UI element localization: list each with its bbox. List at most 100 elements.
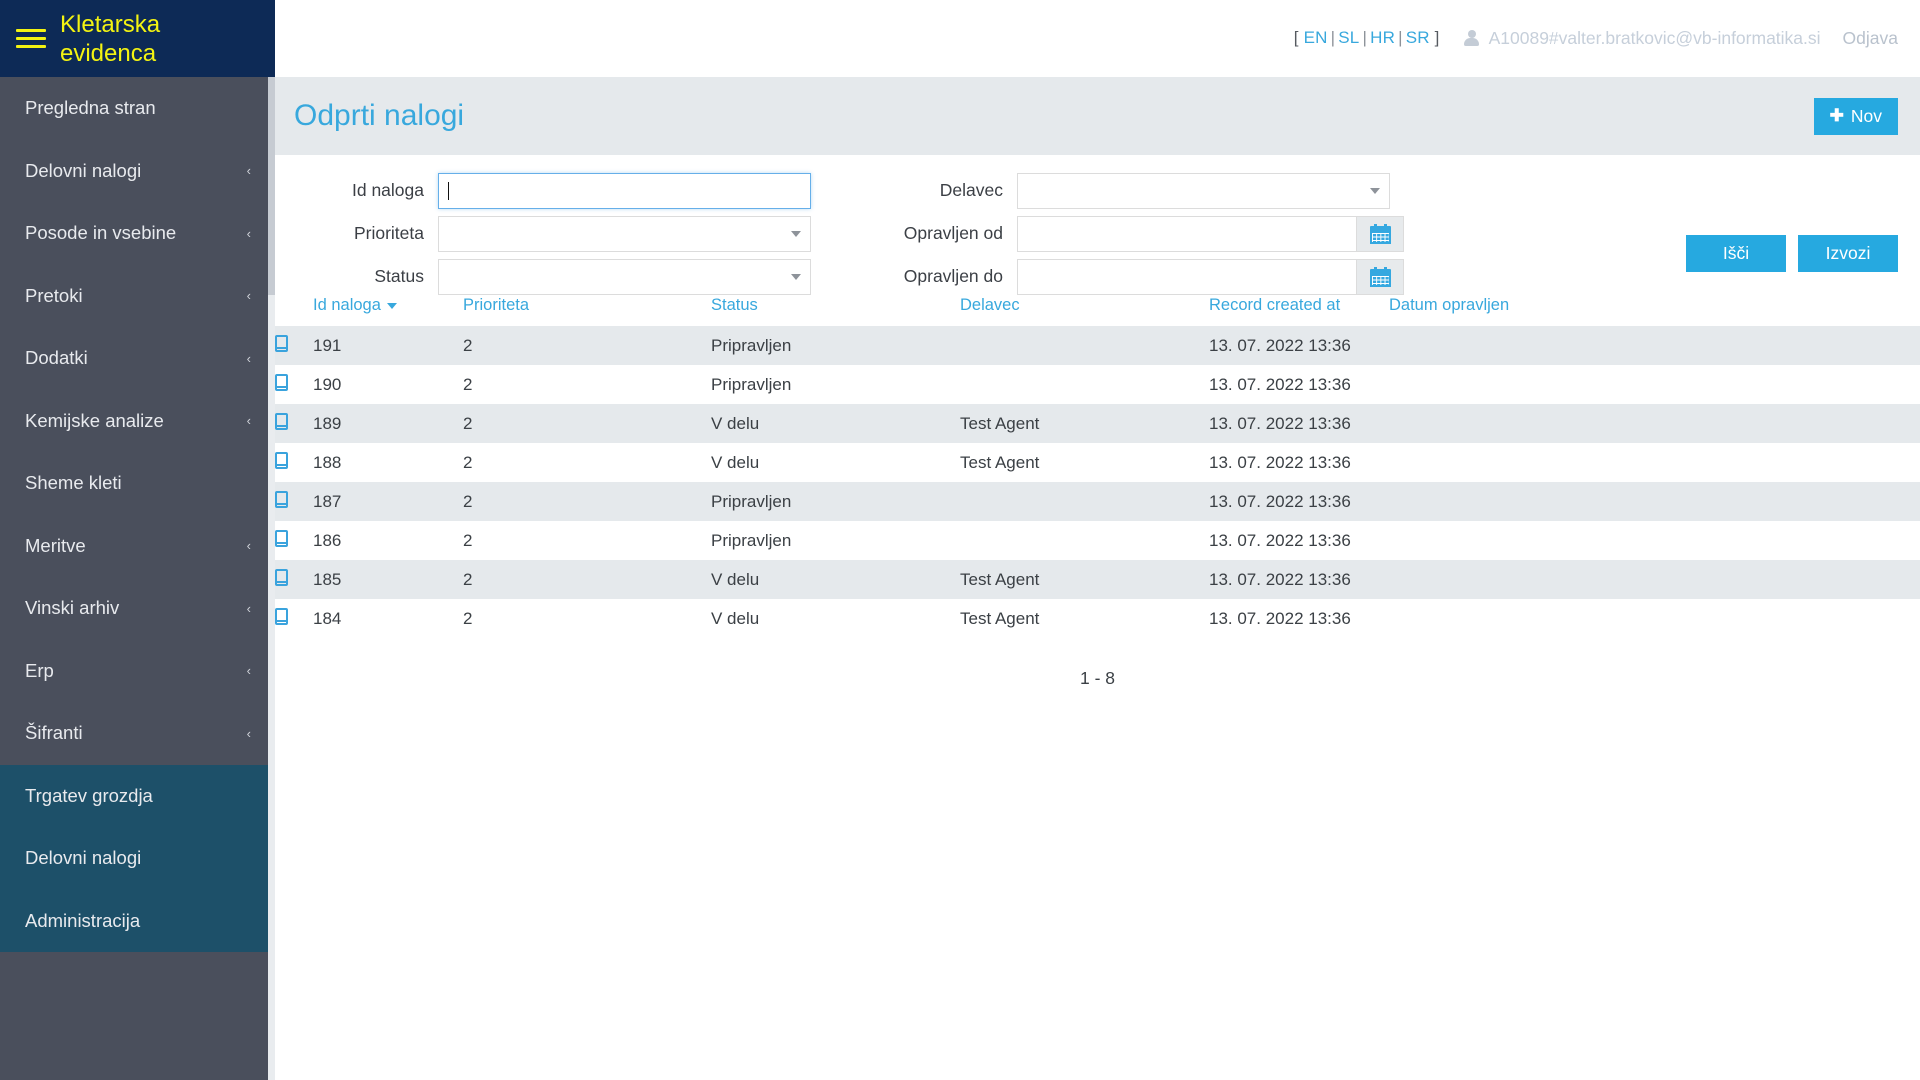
row-status-cell: V delu (711, 569, 760, 589)
pagination-info: 1 - 8 (1079, 668, 1116, 688)
table-row[interactable]: 184 2 V delu Test Agent 13. 07. 2022 13:… (275, 599, 1920, 638)
sidebar-item-label: Sheme kleti (25, 472, 122, 494)
page-header: Odprti nalogi ✚ Nov (275, 77, 1920, 155)
tablet-icon[interactable] (275, 607, 288, 625)
row-prioriteta-cell: 2 (463, 530, 473, 550)
table-row[interactable]: 185 2 V delu Test Agent 13. 07. 2022 13:… (275, 560, 1920, 599)
brand-title: Kletarska evidenca (60, 10, 161, 67)
row-icon-cell (275, 521, 313, 560)
tablet-icon[interactable] (275, 334, 288, 352)
tablet-icon[interactable] (275, 412, 288, 430)
calendar-icon (1369, 223, 1391, 244)
opravljen-od-input[interactable] (1017, 215, 1357, 252)
row-id-cell[interactable]: 188 (313, 443, 463, 482)
sidebar-item-trgatev-delovni-nalogi[interactable]: Delovni nalogi (0, 827, 275, 890)
row-id-cell[interactable]: 187 (313, 482, 463, 521)
export-button[interactable]: Izvozi (1798, 235, 1898, 272)
row-id-cell[interactable]: 190 (313, 365, 463, 404)
prioriteta-select[interactable] (438, 215, 811, 252)
sidebar-scrollbar[interactable] (268, 77, 275, 1080)
filter-label-id-naloga: Id naloga (351, 180, 424, 200)
row-icon-cell (275, 404, 313, 443)
new-button[interactable]: ✚ Nov (1813, 97, 1898, 135)
sidebar-item-label: Kemijske analize (25, 409, 164, 431)
row-icon-cell (275, 443, 313, 482)
sidebar-item-pretoki[interactable]: Pretoki ‹ (0, 265, 275, 328)
sidebar-nav: Pregledna stran Delovni nalogi ‹ Posode … (0, 77, 275, 952)
opravljen-od-calendar-button[interactable] (1357, 215, 1404, 252)
table-row[interactable]: 189 2 V delu Test Agent 13. 07. 2022 13:… (275, 404, 1920, 443)
chevron-left-icon: ‹ (246, 413, 251, 429)
sidebar-item-label: Meritve (25, 534, 86, 556)
row-icon-cell (275, 326, 313, 365)
filter-status: Status (275, 258, 811, 295)
tablet-icon[interactable] (275, 568, 288, 586)
sidebar-item-pregledna-stran[interactable]: Pregledna stran (0, 77, 275, 140)
chevron-left-icon: ‹ (246, 288, 251, 304)
table-row[interactable]: 187 2 Pripravljen 13. 07. 2022 13:36 (275, 482, 1920, 521)
row-id-cell[interactable]: 189 (313, 404, 463, 443)
tablet-icon[interactable] (275, 373, 288, 391)
bracket-close: ] (1434, 28, 1440, 47)
calendar-icon (1369, 266, 1391, 287)
row-done-cell (1389, 404, 1920, 443)
row-id-cell[interactable]: 186 (313, 521, 463, 560)
sidebar-item-trgatev-grozdja[interactable]: Trgatev grozdja (0, 764, 275, 827)
user-icon (1463, 29, 1479, 47)
sidebar-item-sheme-kleti[interactable]: Sheme kleti (0, 452, 275, 515)
row-prioriteta-cell: 2 (463, 335, 473, 355)
table-row[interactable]: 188 2 V delu Test Agent 13. 07. 2022 13:… (275, 443, 1920, 482)
row-id-cell[interactable]: 185 (313, 560, 463, 599)
row-id-cell[interactable]: 191 (313, 326, 463, 365)
tablet-icon[interactable] (275, 529, 288, 547)
sidebar-item-dodatki[interactable]: Dodatki ‹ (0, 327, 275, 390)
chevron-down-icon (791, 230, 801, 237)
username-label: A10089#valter.bratkovic@vb-informatika.s… (1488, 27, 1821, 48)
row-delavec-cell (960, 482, 1209, 521)
row-created-cell: 13. 07. 2022 13:36 (1209, 374, 1351, 394)
status-select[interactable] (438, 258, 811, 295)
hamburger-icon[interactable] (16, 29, 46, 48)
sidebar-item-meritve[interactable]: Meritve ‹ (0, 515, 275, 578)
row-done-cell (1389, 365, 1920, 404)
sidebar-scrollbar-thumb[interactable] (268, 77, 275, 295)
delavec-select[interactable] (1017, 172, 1390, 209)
opravljen-do-calendar-button[interactable] (1357, 258, 1404, 295)
sidebar-item-erp[interactable]: Erp ‹ (0, 640, 275, 703)
search-button[interactable]: Išči (1686, 235, 1786, 272)
language-switcher: [ EN | SL | HR | SR ] (1294, 28, 1440, 48)
sidebar-item-label: Erp (25, 659, 54, 681)
sidebar-item-label: Delovni nalogi (25, 847, 142, 869)
tablet-icon[interactable] (275, 490, 288, 508)
opravljen-do-input[interactable] (1017, 258, 1357, 295)
row-delavec-cell (960, 326, 1209, 365)
column-label: Id naloga (313, 296, 381, 314)
text-caret (448, 181, 449, 200)
filter-label-status: Status (374, 266, 424, 286)
row-created-cell: 13. 07. 2022 13:36 (1209, 569, 1351, 589)
row-created-cell: 13. 07. 2022 13:36 (1209, 491, 1351, 511)
filter-row-2: Prioriteta Opravljen od (275, 212, 1920, 255)
lang-sr[interactable]: SR (1406, 28, 1430, 47)
sidebar-item-sifranti[interactable]: Šifranti ‹ (0, 702, 275, 765)
chevron-down-icon (791, 273, 801, 280)
row-id-cell[interactable]: 184 (313, 599, 463, 638)
id-naloga-input[interactable] (438, 172, 811, 209)
lang-hr[interactable]: HR (1370, 28, 1395, 47)
sidebar-item-kemijske-analize[interactable]: Kemijske analize ‹ (0, 390, 275, 453)
lang-sl[interactable]: SL (1338, 28, 1359, 47)
logout-link[interactable]: Odjava (1843, 28, 1898, 49)
opravljen-od-datefield (1017, 215, 1404, 252)
sidebar-item-label: Šifranti (25, 722, 83, 744)
sidebar-item-posode-in-vsebine[interactable]: Posode in vsebine ‹ (0, 202, 275, 265)
table-row[interactable]: 186 2 Pripravljen 13. 07. 2022 13:36 (275, 521, 1920, 560)
plus-icon: ✚ (1829, 106, 1844, 125)
sidebar-item-delovni-nalogi[interactable]: Delovni nalogi ‹ (0, 140, 275, 203)
table-row[interactable]: 191 2 Pripravljen 13. 07. 2022 13:36 (275, 326, 1920, 365)
row-created-cell: 13. 07. 2022 13:36 (1209, 530, 1351, 550)
sidebar-item-administracija[interactable]: Administracija (0, 889, 275, 952)
table-row[interactable]: 190 2 Pripravljen 13. 07. 2022 13:36 (275, 365, 1920, 404)
lang-en[interactable]: EN (1304, 28, 1328, 47)
sidebar-item-vinski-arhiv[interactable]: Vinski arhiv ‹ (0, 577, 275, 640)
tablet-icon[interactable] (275, 451, 288, 469)
